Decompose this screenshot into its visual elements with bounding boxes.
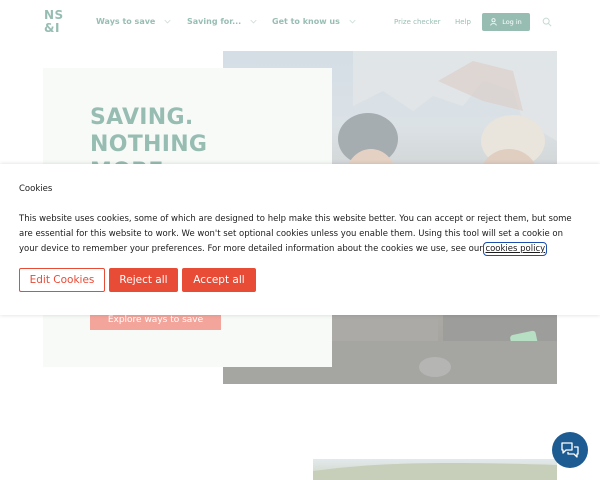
chevron-down-icon	[349, 19, 356, 24]
secondary-photo-illustration	[313, 463, 557, 480]
secondary-image	[313, 459, 557, 480]
chat-button[interactable]	[552, 432, 588, 468]
nav-saving-for-label: Saving for...	[187, 17, 242, 26]
cookie-banner: Cookies This website uses cookies, some …	[0, 164, 600, 315]
login-button[interactable]: Log in	[482, 13, 530, 31]
reject-all-button[interactable]: Reject all	[109, 268, 178, 292]
user-icon	[490, 18, 497, 26]
nav-get-to-know-us[interactable]: Get to know us	[272, 17, 356, 26]
nav-get-to-know-us-label: Get to know us	[272, 17, 340, 26]
cookie-banner-title: Cookies	[19, 184, 53, 194]
chat-icon	[561, 442, 579, 458]
cookies-policy-link[interactable]: cookies policy	[483, 242, 548, 256]
cookie-banner-text: This website uses cookies, some of which…	[19, 212, 581, 257]
search-icon[interactable]	[542, 17, 552, 27]
help-link[interactable]: Help	[455, 18, 471, 26]
chevron-down-icon	[250, 19, 257, 24]
nav-saving-for[interactable]: Saving for...	[187, 17, 257, 26]
nav-ways-to-save[interactable]: Ways to save	[96, 17, 171, 26]
prize-checker-link[interactable]: Prize checker	[394, 18, 441, 26]
site-header: NS &I Ways to save Saving for... Get to …	[0, 0, 600, 48]
accept-all-button[interactable]: Accept all	[182, 268, 256, 292]
edit-cookies-button[interactable]: Edit Cookies	[19, 268, 105, 292]
nav-ways-to-save-label: Ways to save	[96, 17, 156, 26]
nsandi-logo[interactable]: NS &I	[44, 9, 68, 35]
login-label: Log in	[502, 18, 522, 26]
chevron-down-icon	[164, 19, 171, 24]
